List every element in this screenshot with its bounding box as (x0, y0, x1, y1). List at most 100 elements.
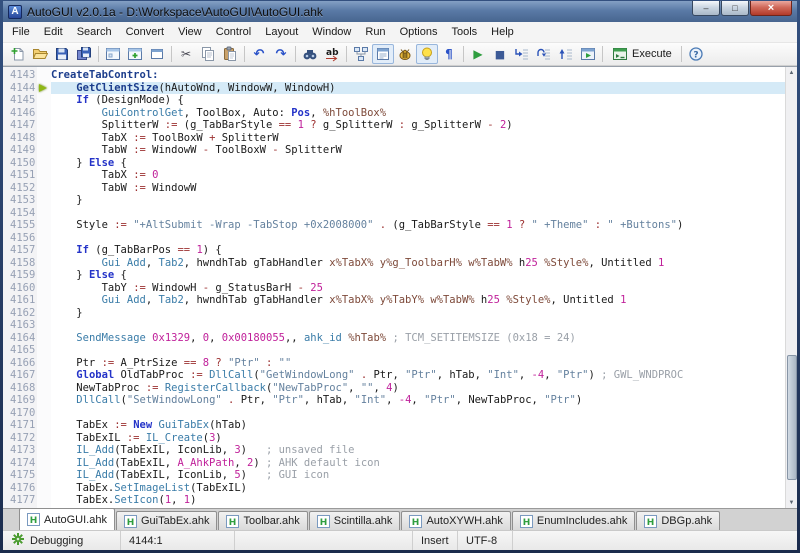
marker-margin-row[interactable] (37, 421, 51, 434)
code-line[interactable]: TabExIL := IL_Create(3) (51, 432, 785, 445)
file-tab-dbgp-ahk[interactable]: HDBGp.ahk (636, 511, 720, 530)
menu-window[interactable]: Window (305, 23, 358, 41)
undo-icon[interactable]: ↶ (248, 44, 270, 64)
marker-margin-row[interactable] (37, 396, 51, 409)
execute-button[interactable]: Execute (606, 44, 678, 64)
step-out-icon[interactable] (555, 44, 577, 64)
marker-margin-row[interactable] (37, 184, 51, 197)
marker-margin-row[interactable] (37, 271, 51, 284)
title-bar[interactable]: A AutoGUI v2.0.1a - D:\Workspace\AutoGUI… (3, 1, 797, 22)
marker-margin-row[interactable] (37, 459, 51, 472)
code-line[interactable]: DllCall("SetWindowLong" . Ptr, "Ptr", hT… (51, 394, 785, 407)
marker-margin-row[interactable] (37, 259, 51, 272)
marker-margin-row[interactable] (37, 159, 51, 172)
properties-icon[interactable] (372, 44, 394, 64)
code-line[interactable]: } (51, 194, 785, 207)
menu-search[interactable]: Search (70, 23, 119, 41)
code-line[interactable]: TabX := ToolBoxW + SplitterW (51, 132, 785, 145)
code-line[interactable]: Global OldTabProc := DllCall("GetWindowL… (51, 369, 785, 382)
code-line[interactable]: CreateTabControl: (51, 69, 785, 82)
marker-margin-row[interactable] (37, 334, 51, 347)
code-line[interactable]: TabW := WindowW - ToolBoxW - SplitterW (51, 144, 785, 157)
save-icon[interactable] (51, 44, 73, 64)
marker-margin-row[interactable] (37, 371, 51, 384)
marker-margin-row[interactable] (37, 484, 51, 497)
code-line[interactable]: GetClientSize(hAutoWnd, WindowW, WindowH… (51, 82, 785, 95)
marker-margin-row[interactable] (37, 496, 51, 509)
marker-margin[interactable] (37, 67, 51, 508)
show-whitespace-icon[interactable]: ¶ (438, 44, 460, 64)
run-icon[interactable]: ▶ (467, 44, 489, 64)
file-tab-guitabex-ahk[interactable]: HGuiTabEx.ahk (116, 511, 217, 530)
marker-margin-row[interactable] (37, 209, 51, 222)
menu-file[interactable]: File (5, 23, 37, 41)
code-line[interactable]: Gui Add, Tab2, hwndhTab gTabHandler x%Ta… (51, 294, 785, 307)
menu-options[interactable]: Options (393, 23, 445, 41)
maximize-button[interactable]: □ (721, 1, 749, 16)
code-line[interactable]: Ptr := A_PtrSize == 8 ? "Ptr" : "" (51, 357, 785, 370)
code-line[interactable]: TabY := WindowH - g_StatusBarH - 25 (51, 282, 785, 295)
code-line[interactable] (51, 319, 785, 332)
save-all-icon[interactable] (73, 44, 95, 64)
menu-layout[interactable]: Layout (258, 23, 305, 41)
file-tab-autogui-ahk[interactable]: HAutoGUI.ahk (19, 508, 115, 530)
menu-help[interactable]: Help (484, 23, 521, 41)
menu-convert[interactable]: Convert (119, 23, 172, 41)
new-gui-icon[interactable] (102, 44, 124, 64)
marker-margin-row[interactable] (37, 434, 51, 447)
marker-margin-row[interactable] (37, 246, 51, 259)
paste-icon[interactable] (219, 44, 241, 64)
minimize-button[interactable]: – (692, 1, 720, 16)
stop-icon[interactable]: ■ (489, 44, 511, 64)
code-line[interactable]: If (DesignMode) { (51, 94, 785, 107)
menu-run[interactable]: Run (358, 23, 392, 41)
cut-icon[interactable]: ✂ (175, 44, 197, 64)
tips-bulb-icon[interactable] (416, 44, 438, 64)
marker-margin-row[interactable] (37, 69, 51, 82)
menu-view[interactable]: View (171, 23, 209, 41)
code-line[interactable]: SplitterW := (g_TabBarStyle == 1 ? g_Spl… (51, 119, 785, 132)
code-line[interactable]: TabEx.SetIcon(1, 1) (51, 494, 785, 507)
file-tab-toolbar-ahk[interactable]: HToolbar.ahk (218, 511, 307, 530)
scrollbar-thumb[interactable] (787, 355, 797, 481)
smartgui-bee-icon[interactable] (394, 44, 416, 64)
code-line[interactable]: } (51, 307, 785, 320)
code-line[interactable]: GuiControlGet, ToolBox, Auto: Pos, %hToo… (51, 107, 785, 120)
code-line[interactable]: } Else { (51, 269, 785, 282)
code-line[interactable]: TabX := 0 (51, 169, 785, 182)
marker-margin-row[interactable] (37, 346, 51, 359)
file-tab-enumincludes-ahk[interactable]: HEnumIncludes.ahk (512, 511, 636, 530)
code-line[interactable]: SendMessage 0x1329, 0, 0x00180055,, ahk_… (51, 332, 785, 345)
close-button[interactable]: × (750, 1, 792, 16)
preview-icon[interactable] (146, 44, 168, 64)
file-tab-autoxywh-ahk[interactable]: HAutoXYWH.ahk (401, 511, 510, 530)
marker-margin-row[interactable] (37, 121, 51, 134)
scroll-down-icon[interactable]: ▼ (786, 497, 798, 508)
step-over-icon[interactable] (533, 44, 555, 64)
code-line[interactable] (51, 407, 785, 420)
marker-margin-row[interactable] (37, 84, 51, 97)
code-line[interactable]: Style := "+AltSubmit -Wrap -TabStop +0x2… (51, 219, 785, 232)
redo-icon[interactable]: ↷ (270, 44, 292, 64)
code-line[interactable]: IL_Add(TabExIL, IconLib, 3) ; unsaved fi… (51, 444, 785, 457)
code-line[interactable] (51, 344, 785, 357)
code-line[interactable]: TabW := WindowW (51, 182, 785, 195)
copy-icon[interactable] (197, 44, 219, 64)
code-line[interactable] (51, 232, 785, 245)
marker-margin-row[interactable] (37, 284, 51, 297)
marker-margin-row[interactable] (37, 384, 51, 397)
marker-margin-row[interactable] (37, 321, 51, 334)
marker-margin-row[interactable] (37, 409, 51, 422)
code-line[interactable]: Gui Add, Tab2, hwndhTab gTabHandler x%Ta… (51, 257, 785, 270)
code-area[interactable]: CreateTabControl: GetClientSize(hAutoWnd… (51, 67, 785, 508)
replace-icon[interactable]: ab (321, 44, 343, 64)
marker-margin-row[interactable] (37, 309, 51, 322)
code-line[interactable]: IL_Add(TabExIL, A_AhkPath, 2) ; AHK defa… (51, 457, 785, 470)
marker-margin-row[interactable] (37, 171, 51, 184)
marker-margin-row[interactable] (37, 471, 51, 484)
help-icon[interactable]: ? (685, 44, 707, 64)
code-line[interactable] (51, 207, 785, 220)
menu-edit[interactable]: Edit (37, 23, 70, 41)
code-line[interactable]: IL_Add(TabExIL, IconLib, 5) ; GUI icon (51, 469, 785, 482)
new-file-icon[interactable] (7, 44, 29, 64)
